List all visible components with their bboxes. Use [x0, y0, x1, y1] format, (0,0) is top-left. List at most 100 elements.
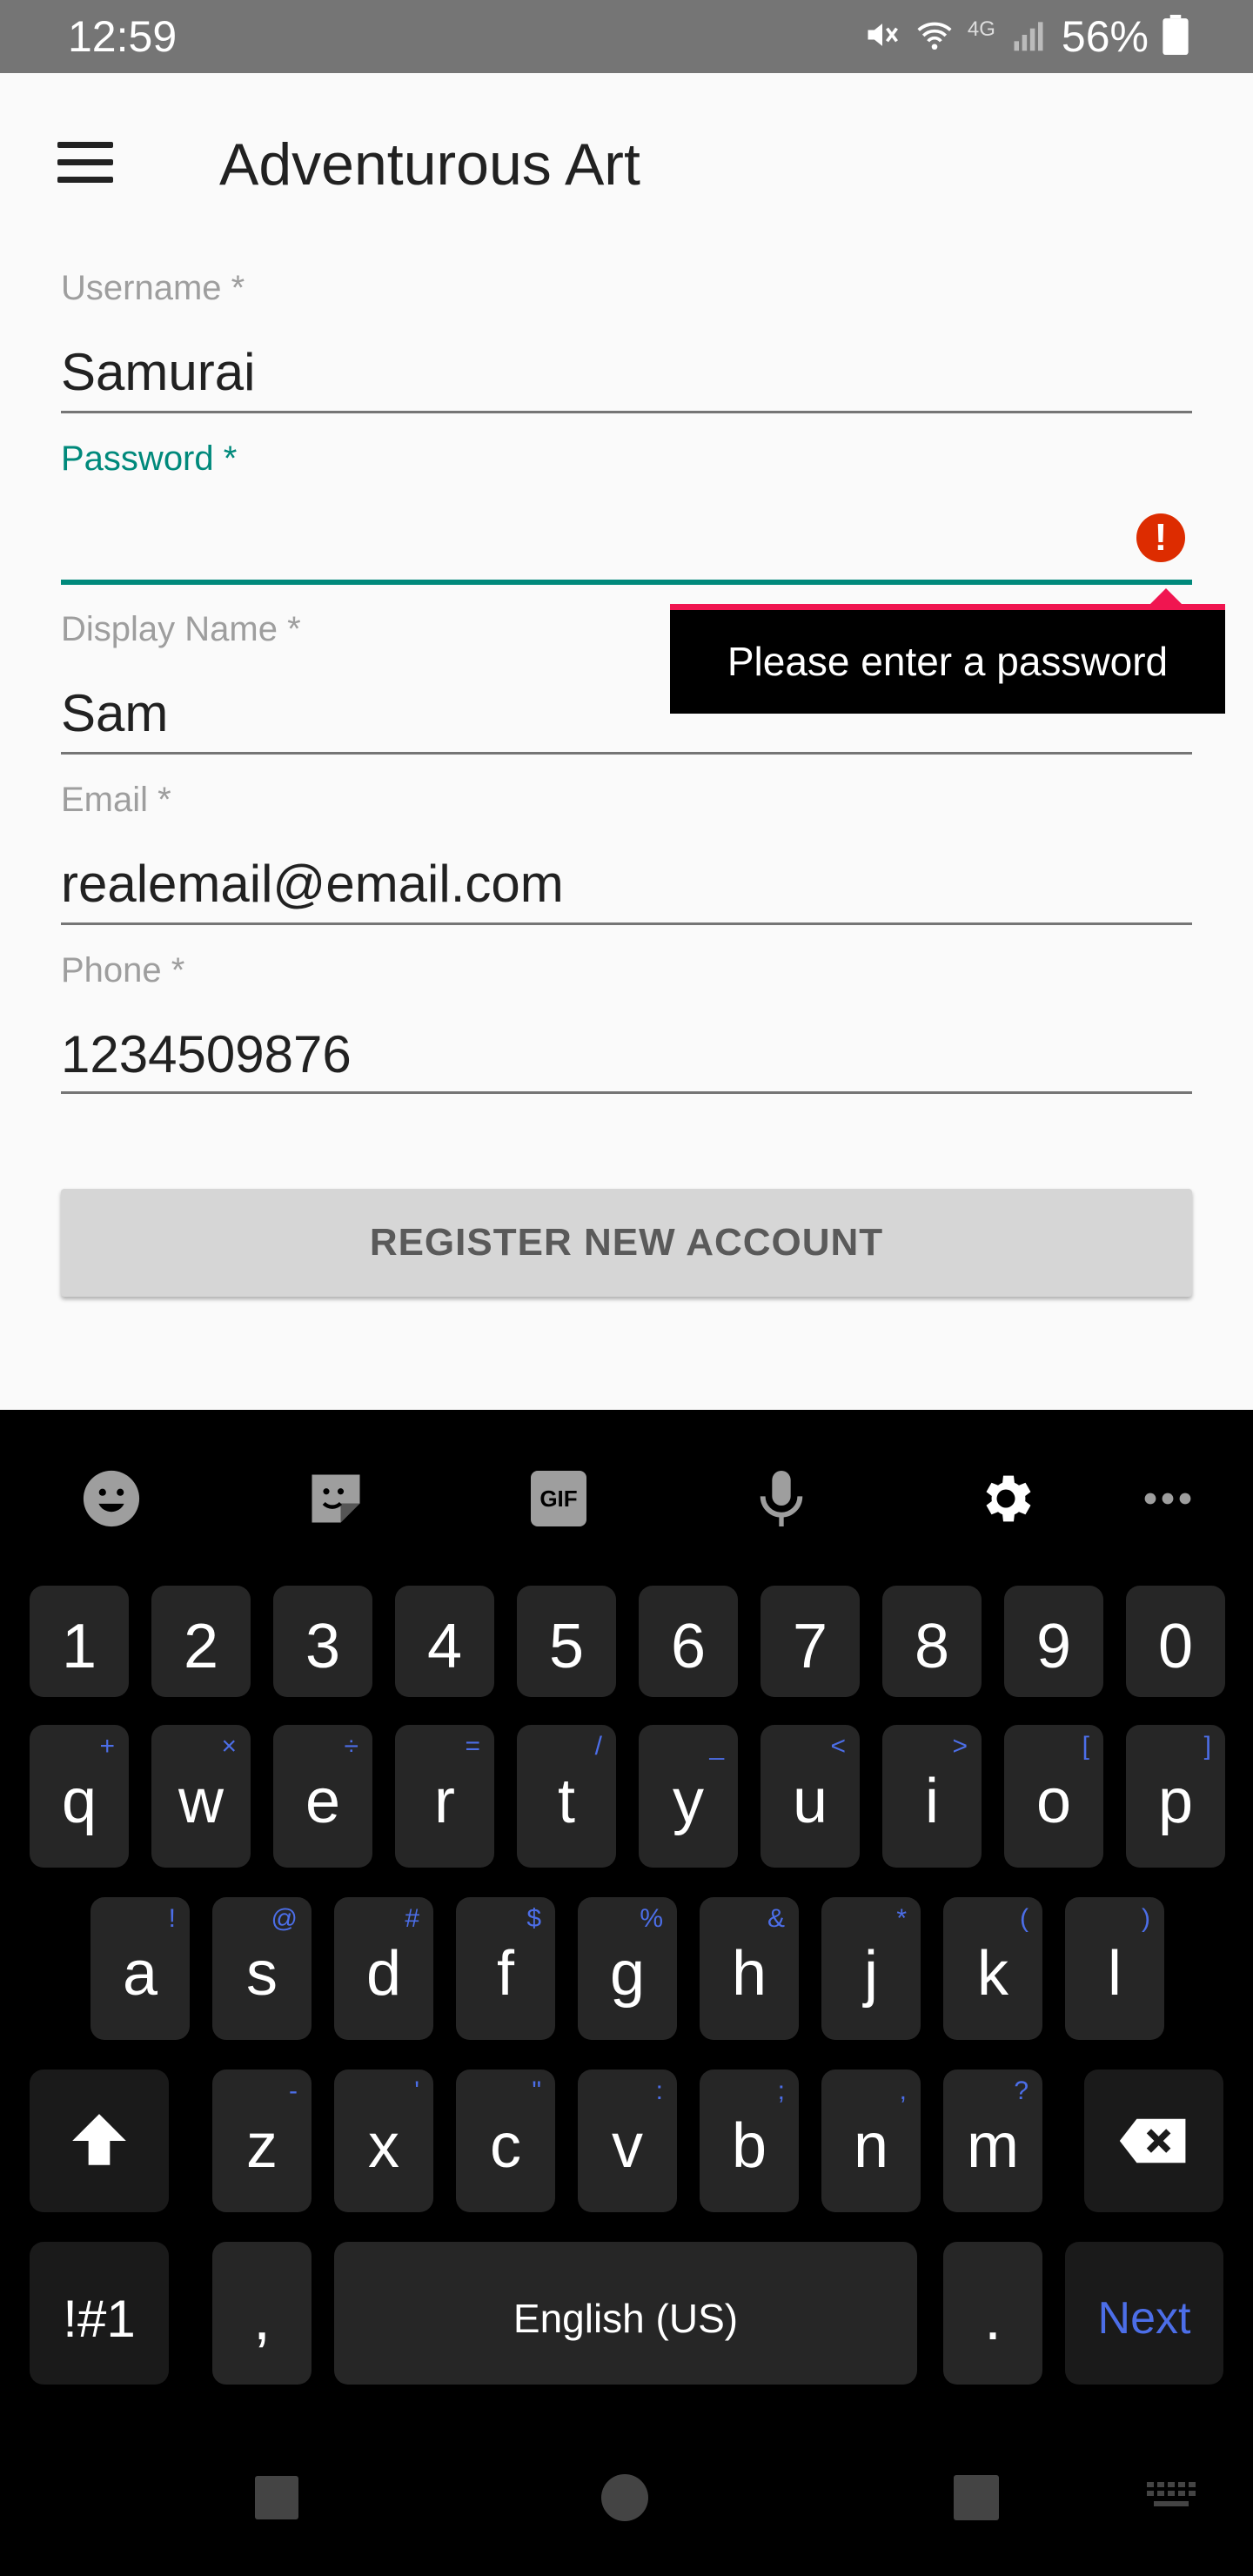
key-8[interactable]: 8 — [882, 1586, 982, 1697]
microphone-icon[interactable] — [747, 1464, 816, 1533]
key-secondary-label: = — [465, 1732, 480, 1761]
menu-button[interactable] — [40, 117, 131, 207]
password-field[interactable]: Password * — [61, 437, 1192, 587]
key-k[interactable]: (k — [943, 1897, 1042, 2040]
menu-icon — [57, 141, 113, 148]
key-d[interactable]: # d — [334, 1897, 433, 2040]
key-l[interactable]: ) l — [1065, 1897, 1164, 2040]
tooltip-caret — [1150, 588, 1182, 604]
phone-input[interactable]: 1234509876 — [61, 1022, 352, 1088]
email-field[interactable]: Email * realemail@email.com — [61, 778, 1192, 926]
key-h[interactable]: & h — [700, 1897, 799, 2040]
key-label: b — [731, 2111, 767, 2181]
key-label: !#1 — [63, 2289, 136, 2348]
key-e[interactable]: ÷ e — [273, 1725, 372, 1868]
key-3[interactable]: 3 — [273, 1586, 372, 1697]
key-m[interactable]: ? m — [943, 2070, 1042, 2212]
wifi-icon — [915, 16, 954, 58]
key-label: s — [246, 1939, 278, 2009]
key-c[interactable]: " c — [456, 2070, 555, 2212]
email-input[interactable]: realemail@email.com — [61, 851, 564, 917]
key-t[interactable]: / t — [517, 1725, 616, 1868]
soft-keyboard: GIF 1 2 3 4 5 6 7 8 9 0 + q × w ÷ e = r / t _ y < u > i[o] p! a @ s # d… — [0, 1410, 1253, 2576]
keyboard-hide-icon[interactable] — [1145, 2472, 1204, 2524]
key-label: p — [1157, 1767, 1194, 1836]
home-button[interactable] — [599, 2472, 651, 2524]
key-r[interactable]: = r — [395, 1725, 494, 1868]
space-key[interactable]: English (US) — [334, 2242, 917, 2385]
mute-icon — [863, 16, 901, 58]
symbols-key[interactable]: !#1 — [30, 2242, 169, 2385]
key-5[interactable]: 5 — [517, 1586, 616, 1697]
comma-key[interactable]: , — [212, 2242, 312, 2385]
app-bar: Adventurous Art — [0, 73, 1253, 247]
username-input[interactable]: Samurai — [61, 339, 255, 406]
key-s[interactable]: @ s — [212, 1897, 312, 2040]
backspace-key[interactable] — [1084, 2070, 1223, 2212]
username-field[interactable]: Username * Samurai — [61, 266, 1192, 414]
gear-icon[interactable] — [971, 1464, 1041, 1533]
key-4[interactable]: 4 — [395, 1586, 494, 1697]
phone-field[interactable]: Phone * 1234509876 — [61, 949, 1192, 1097]
key-secondary-label: , — [899, 2076, 907, 2105]
key-secondary-label: $ — [526, 1904, 541, 1933]
key-p[interactable]: ] p — [1126, 1725, 1225, 1868]
shift-key[interactable] — [30, 2070, 169, 2212]
period-key[interactable]: . — [943, 2242, 1042, 2385]
key-v[interactable]: :v — [578, 2070, 677, 2212]
error-tooltip: Please enter a password — [670, 604, 1225, 714]
more-icon[interactable] — [1133, 1464, 1203, 1533]
key-9[interactable]: 9 — [1004, 1586, 1103, 1697]
key-x[interactable]: ' x — [334, 2070, 433, 2212]
page-title: Adventurous Art — [219, 131, 640, 198]
key-y[interactable]: _ y — [639, 1725, 738, 1868]
back-button[interactable] — [950, 2472, 1002, 2524]
key-label: c — [490, 2111, 521, 2181]
key-label: x — [368, 2111, 399, 2181]
gif-icon[interactable]: GIF — [524, 1464, 593, 1533]
key-label: z — [246, 2111, 278, 2181]
recents-button[interactable] — [251, 2472, 303, 2524]
sticker-icon[interactable] — [301, 1464, 371, 1533]
key-secondary-label: ( — [1020, 1904, 1029, 1933]
key-0[interactable]: 0 — [1126, 1586, 1225, 1697]
key-label: q — [61, 1767, 97, 1836]
key-label: a — [122, 1939, 158, 2009]
key-o[interactable]: [o — [1004, 1725, 1103, 1868]
key-label: r — [434, 1767, 455, 1836]
gif-badge: GIF — [531, 1471, 586, 1526]
key-label: o — [1035, 1767, 1072, 1836]
key-6[interactable]: 6 — [639, 1586, 738, 1697]
key-i[interactable]: > i — [882, 1725, 982, 1868]
emoji-icon[interactable] — [77, 1464, 146, 1533]
key-f[interactable]: $ f — [456, 1897, 555, 2040]
key-label: 8 — [914, 1612, 950, 1681]
key-label: 5 — [548, 1612, 585, 1681]
key-label: . — [983, 2284, 1002, 2353]
phone-label: Phone * — [61, 951, 185, 989]
key-z[interactable]: -z — [212, 2070, 312, 2212]
key-b[interactable]: ; b — [700, 2070, 799, 2212]
display-name-input[interactable]: Sam — [61, 681, 168, 747]
key-secondary-label: _ — [709, 1732, 724, 1761]
key-n[interactable]: ,n — [821, 2070, 921, 2212]
key-q[interactable]: + q — [30, 1725, 129, 1868]
key-7[interactable]: 7 — [761, 1586, 860, 1697]
key-label: e — [305, 1767, 341, 1836]
key-1[interactable]: 1 — [30, 1586, 129, 1697]
next-key[interactable]: Next — [1065, 2242, 1223, 2385]
key-secondary-label: + — [99, 1732, 115, 1761]
username-underline — [61, 411, 1192, 413]
key-g[interactable]: % g — [578, 1897, 677, 2040]
register-button[interactable]: REGISTER NEW ACCOUNT — [61, 1189, 1192, 1297]
key-label: v — [612, 2111, 643, 2181]
key-w[interactable]: × w — [151, 1725, 251, 1868]
key-label: t — [557, 1767, 575, 1836]
key-2[interactable]: 2 — [151, 1586, 251, 1697]
key-u[interactable]: < u — [761, 1725, 860, 1868]
key-j[interactable]: * j — [821, 1897, 921, 2040]
key-secondary-label: × — [221, 1732, 237, 1761]
key-label: Next — [1097, 2293, 1191, 2344]
key-label: j — [864, 1939, 878, 2009]
key-a[interactable]: ! a — [90, 1897, 190, 2040]
